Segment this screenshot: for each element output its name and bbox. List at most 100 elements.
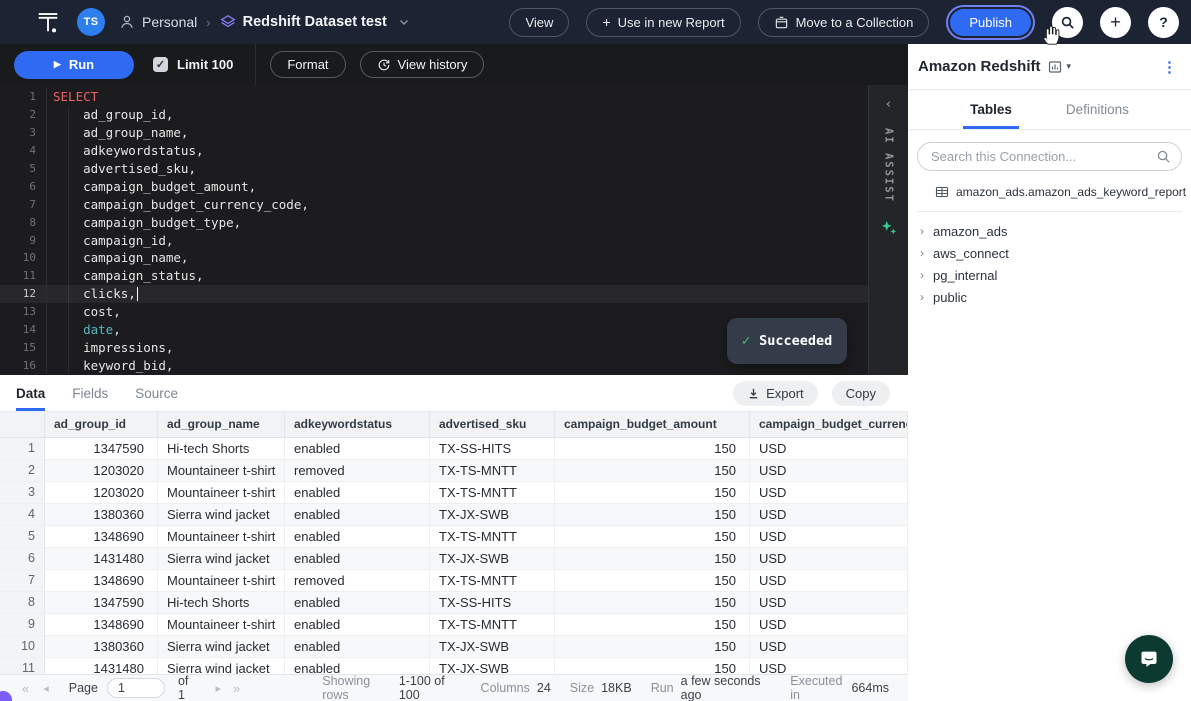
- table-cell[interactable]: TX-TS-MNTT: [430, 482, 555, 503]
- connection-title[interactable]: Amazon Redshift: [918, 58, 1041, 75]
- code-line[interactable]: 7 campaign_budget_currency_code,: [0, 195, 868, 213]
- table-cell[interactable]: 1203020: [45, 482, 158, 503]
- publish-button[interactable]: Publish: [950, 9, 1031, 36]
- sql-editor[interactable]: 1SELECT2 ad_group_id,3 ad_group_name,4 a…: [0, 85, 908, 375]
- table-cell[interactable]: USD: [750, 570, 908, 591]
- table-cell[interactable]: 150: [555, 438, 750, 459]
- column-header[interactable]: campaign_budget_currency_code: [750, 412, 908, 437]
- table-cell[interactable]: USD: [750, 482, 908, 503]
- table-cell[interactable]: enabled: [285, 636, 430, 657]
- app-logo[interactable]: [34, 9, 61, 36]
- table-cell[interactable]: TX-JX-SWB: [430, 548, 555, 569]
- table-cell[interactable]: 1380360: [45, 504, 158, 525]
- table-cell[interactable]: Mountaineer t-shirt: [158, 526, 285, 547]
- table-cell[interactable]: USD: [750, 460, 908, 481]
- table-row[interactable]: 81347590Hi-tech ShortsenabledTX-SS-HITS1…: [0, 592, 908, 614]
- table-cell[interactable]: USD: [750, 548, 908, 569]
- use-in-new-report-button[interactable]: + Use in new Report: [586, 8, 740, 37]
- table-cell[interactable]: 150: [555, 548, 750, 569]
- limit-checkbox[interactable]: ✓: [153, 57, 168, 72]
- table-row[interactable]: 31203020Mountaineer t-shirtenabledTX-TS-…: [0, 482, 908, 504]
- table-cell[interactable]: Hi-tech Shorts: [158, 438, 285, 459]
- table-row[interactable]: 111431480Sierra wind jacketenabledTX-JX-…: [0, 658, 908, 674]
- table-cell[interactable]: 1347590: [45, 438, 158, 459]
- table-cell[interactable]: Sierra wind jacket: [158, 636, 285, 657]
- document-title[interactable]: Redshift Dataset test: [243, 14, 387, 30]
- table-cell[interactable]: 1203020: [45, 460, 158, 481]
- table-row[interactable]: 101380360Sierra wind jacketenabledTX-JX-…: [0, 636, 908, 658]
- table-cell[interactable]: TX-SS-HITS: [430, 592, 555, 613]
- table-cell[interactable]: USD: [750, 658, 908, 674]
- first-page-button[interactable]: «: [22, 681, 29, 696]
- table-cell[interactable]: TX-SS-HITS: [430, 438, 555, 459]
- table-cell[interactable]: enabled: [285, 592, 430, 613]
- table-cell[interactable]: USD: [750, 504, 908, 525]
- table-cell[interactable]: USD: [750, 636, 908, 657]
- format-button[interactable]: Format: [270, 51, 345, 78]
- column-header[interactable]: ad_group_name: [158, 412, 285, 437]
- connection-caret-icon[interactable]: ▾: [1067, 61, 1072, 72]
- table-cell[interactable]: enabled: [285, 504, 430, 525]
- tab-definitions[interactable]: Definitions: [1059, 90, 1136, 129]
- code-line[interactable]: 9 campaign_id,: [0, 231, 868, 249]
- table-cell[interactable]: TX-TS-MNTT: [430, 526, 555, 547]
- ai-assist-collapse-chevron-icon[interactable]: ‹: [885, 97, 893, 112]
- code-line[interactable]: 11 campaign_status,: [0, 267, 868, 285]
- table-cell[interactable]: 1431480: [45, 548, 158, 569]
- table-cell[interactable]: removed: [285, 460, 430, 481]
- schema-item-aws_connect[interactable]: ›aws_connect: [908, 242, 1191, 264]
- code-line[interactable]: 4 adkeywordstatus,: [0, 142, 868, 160]
- code-line[interactable]: 8 campaign_budget_type,: [0, 213, 868, 231]
- schema-item-public[interactable]: ›public: [908, 286, 1191, 308]
- next-page-button[interactable]: ▸: [215, 682, 221, 695]
- tab-source[interactable]: Source: [135, 375, 178, 411]
- table-cell[interactable]: TX-TS-MNTT: [430, 570, 555, 591]
- table-cell[interactable]: removed: [285, 570, 430, 591]
- ai-sparkles-icon[interactable]: [880, 218, 898, 242]
- column-header[interactable]: ad_group_id: [45, 412, 158, 437]
- connection-search-input[interactable]: [917, 142, 1182, 171]
- table-cell[interactable]: Mountaineer t-shirt: [158, 614, 285, 635]
- table-cell[interactable]: enabled: [285, 614, 430, 635]
- table-cell[interactable]: enabled: [285, 438, 430, 459]
- table-cell[interactable]: 150: [555, 614, 750, 635]
- code-line[interactable]: 10 campaign_name,: [0, 249, 868, 267]
- table-cell[interactable]: 150: [555, 592, 750, 613]
- table-cell[interactable]: 150: [555, 504, 750, 525]
- view-button[interactable]: View: [509, 8, 569, 37]
- table-cell[interactable]: USD: [750, 438, 908, 459]
- table-cell[interactable]: 150: [555, 482, 750, 503]
- table-row[interactable]: 51348690Mountaineer t-shirtenabledTX-TS-…: [0, 526, 908, 548]
- copy-button[interactable]: Copy: [832, 381, 890, 406]
- table-cell[interactable]: 150: [555, 570, 750, 591]
- export-button[interactable]: Export: [733, 381, 818, 406]
- code-line[interactable]: 12 clicks,: [0, 285, 868, 303]
- table-cell[interactable]: 150: [555, 636, 750, 657]
- table-cell[interactable]: 1347590: [45, 592, 158, 613]
- table-cell[interactable]: Sierra wind jacket: [158, 548, 285, 569]
- move-to-collection-button[interactable]: Move to a Collection: [758, 8, 930, 37]
- table-cell[interactable]: 1380360: [45, 636, 158, 657]
- search-button[interactable]: [1052, 7, 1083, 38]
- code-line[interactable]: 3 ad_group_name,: [0, 124, 868, 142]
- table-cell[interactable]: enabled: [285, 482, 430, 503]
- table-cell[interactable]: USD: [750, 592, 908, 613]
- table-cell[interactable]: Mountaineer t-shirt: [158, 460, 285, 481]
- table-cell[interactable]: 1348690: [45, 614, 158, 635]
- table-cell[interactable]: 150: [555, 526, 750, 547]
- code-line[interactable]: 2 ad_group_id,: [0, 106, 868, 124]
- table-row[interactable]: 91348690Mountaineer t-shirtenabledTX-TS-…: [0, 614, 908, 636]
- run-button[interactable]: ▶ Run: [14, 51, 134, 79]
- pinned-table-item[interactable]: amazon_ads.amazon_ads_keyword_report: [908, 185, 1191, 199]
- table-cell[interactable]: TX-JX-SWB: [430, 658, 555, 674]
- table-cell[interactable]: 1431480: [45, 658, 158, 674]
- limit-checkbox-group[interactable]: ✓ Limit 100: [153, 57, 233, 72]
- table-row[interactable]: 21203020Mountaineer t-shirtremovedTX-TS-…: [0, 460, 908, 482]
- page-number-input[interactable]: [107, 678, 165, 698]
- table-cell[interactable]: TX-JX-SWB: [430, 504, 555, 525]
- table-cell[interactable]: TX-JX-SWB: [430, 636, 555, 657]
- code-line[interactable]: 5 advertised_sku,: [0, 160, 868, 178]
- table-row[interactable]: 61431480Sierra wind jacketenabledTX-JX-S…: [0, 548, 908, 570]
- table-cell[interactable]: enabled: [285, 526, 430, 547]
- table-cell[interactable]: Mountaineer t-shirt: [158, 570, 285, 591]
